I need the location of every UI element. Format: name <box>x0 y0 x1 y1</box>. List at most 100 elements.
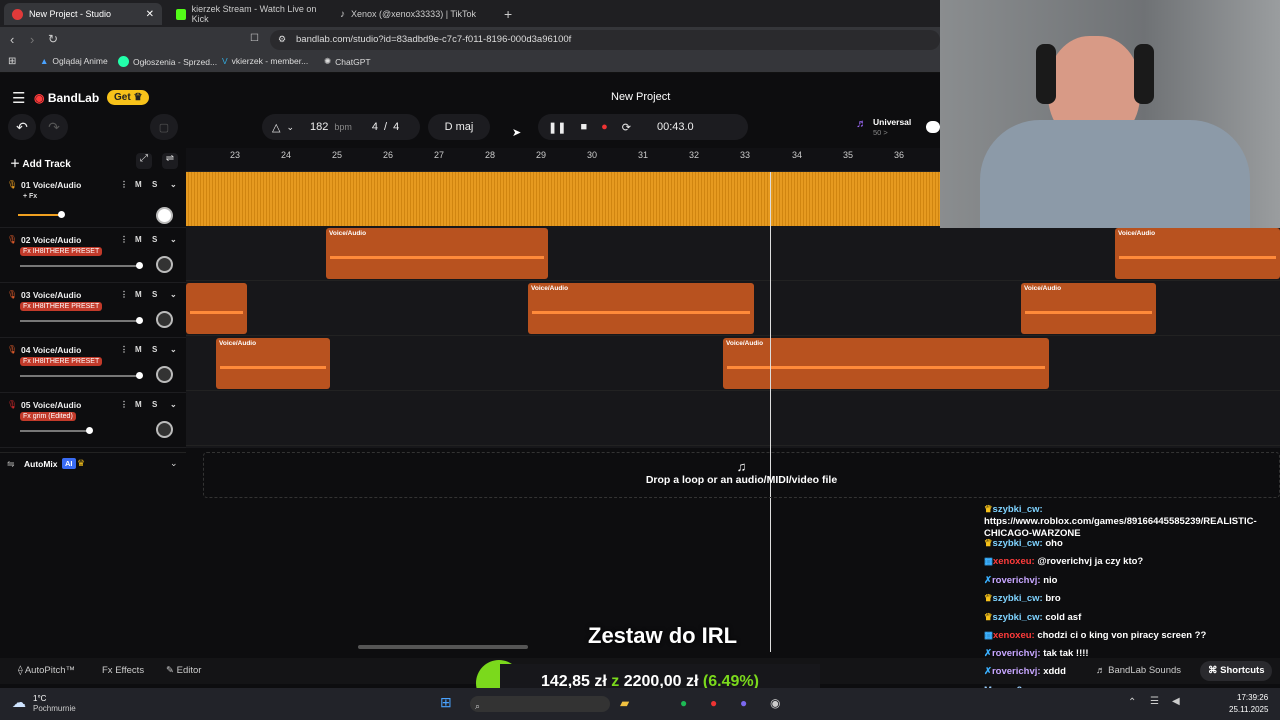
chevron-down-icon[interactable]: ⌄ <box>286 122 294 133</box>
pan-dial[interactable] <box>156 421 173 438</box>
track-header-05[interactable]: 🎙 05 Voice/Audio Fx grim (Edited) ⋮ M S … <box>0 394 186 448</box>
bookmark-item[interactable]: Vvkierzek - member... <box>222 56 308 66</box>
apps-icon[interactable]: ⊞ <box>8 56 16 67</box>
solo-button[interactable]: S <box>152 345 157 354</box>
volume-slider[interactable] <box>20 372 143 379</box>
volume-knob[interactable] <box>136 372 143 379</box>
pan-dial[interactable] <box>156 311 173 328</box>
track-menu-icon[interactable]: ⋮ <box>120 345 128 354</box>
chevron-down-icon[interactable]: ⌄ <box>170 345 177 354</box>
tab-kick[interactable]: kierzek Stream - Watch Live on Kick <box>168 3 326 25</box>
solo-button[interactable]: S <box>152 180 157 189</box>
obs-icon[interactable]: ◉ <box>770 696 780 710</box>
forward-icon[interactable]: › <box>30 32 34 47</box>
record-button[interactable]: ● <box>601 121 608 133</box>
lane-03[interactable]: Voice/Audio Voice/Audio <box>186 282 1280 336</box>
lane-05[interactable] <box>186 392 1280 446</box>
bookmark-item[interactable]: ✺ ChatGPT <box>324 56 371 67</box>
audio-clip[interactable]: Voice/Audio <box>1021 283 1156 334</box>
undo-button[interactable]: ↶ <box>8 114 36 140</box>
volume-knob[interactable] <box>86 427 93 434</box>
effects-button[interactable]: Fx Effects <box>102 665 144 676</box>
audio-clip[interactable]: Voice/Audio <box>326 228 548 279</box>
track-header-04[interactable]: 🎙 04 Voice/Audio Fx IH8ITHERE PRESET ⋮ M… <box>0 339 186 393</box>
mute-button[interactable]: M <box>135 180 142 189</box>
time-sig-numerator[interactable]: 4 <box>372 121 378 133</box>
fx-button[interactable]: + Fx <box>20 192 40 201</box>
track-menu-icon[interactable]: ⋮ <box>120 290 128 299</box>
add-track-button[interactable]: ＋ Add Track <box>10 155 71 170</box>
solo-button[interactable]: S <box>152 235 157 244</box>
audio-clip[interactable]: Voice/Audio <box>723 338 1049 389</box>
key-selector[interactable]: D maj <box>428 114 490 140</box>
loop-button[interactable]: ⟳ <box>622 121 631 134</box>
folder-icon[interactable]: ▰ <box>620 696 629 710</box>
mute-button[interactable]: M <box>135 345 142 354</box>
pan-dial[interactable] <box>156 256 173 273</box>
stop-button[interactable]: ■ <box>580 121 587 133</box>
time-sig-denominator[interactable]: 4 <box>393 121 399 133</box>
close-icon[interactable]: ✕ <box>146 9 154 20</box>
pan-dial[interactable] <box>156 366 173 383</box>
app-icon[interactable]: ● <box>710 696 717 710</box>
reload-icon[interactable]: ↻ <box>48 32 58 46</box>
bookmark-item[interactable]: ▲ Oglądaj Anime <box>40 56 108 66</box>
site-info-icon[interactable]: ⚙ <box>278 34 286 45</box>
audio-clip[interactable]: Voice/Audio <box>528 283 754 334</box>
get-membership-button[interactable]: Get ♛ <box>107 90 150 105</box>
volume-icon[interactable]: ◀ <box>1172 696 1180 707</box>
chevron-down-icon[interactable]: ⌄ <box>170 235 177 244</box>
bookmark-icon[interactable]: ☐ <box>250 33 259 44</box>
mute-button[interactable]: M <box>135 400 142 409</box>
audio-clip[interactable]: Voice/Audio <box>1115 228 1280 279</box>
track-header-01[interactable]: 🎙 01 Voice/Audio + Fx ⋮ M S ⌄ <box>0 174 186 228</box>
video-icon[interactable]: ▢ <box>150 114 178 140</box>
pan-dial[interactable] <box>156 207 173 224</box>
tab-tiktok[interactable]: ♪ Xenox (@xenox33333) | TikTok <box>332 3 490 25</box>
track-name[interactable]: 02 Voice/Audio <box>21 235 81 245</box>
audio-clip[interactable]: Voice/Audio <box>216 338 330 389</box>
tab-bandlab[interactable]: New Project - Studio ✕ <box>4 3 162 25</box>
track-name[interactable]: 05 Voice/Audio <box>21 400 81 410</box>
chevron-down-icon[interactable]: ⌄ <box>170 400 177 409</box>
horizontal-scrollbar[interactable] <box>358 645 528 649</box>
tempo-value[interactable]: 182 <box>310 121 328 133</box>
back-icon[interactable]: ‹ <box>10 32 14 47</box>
spotify-icon[interactable]: ● <box>680 696 687 710</box>
volume-knob[interactable] <box>136 317 143 324</box>
network-icon[interactable]: ☰ <box>1150 696 1159 707</box>
lane-04[interactable]: Voice/Audio Voice/Audio <box>186 337 1280 391</box>
taskbar-search-input[interactable]: ⌕ <box>470 696 610 712</box>
preset-toggle[interactable] <box>926 121 940 133</box>
volume-slider[interactable] <box>20 262 143 269</box>
chevron-down-icon[interactable]: ⌄ <box>170 180 177 189</box>
preset-name[interactable]: Universal <box>873 117 911 127</box>
fx-button[interactable]: Fx IH8ITHERE PRESET <box>20 302 103 311</box>
mute-button[interactable]: M <box>135 235 142 244</box>
volume-knob[interactable] <box>58 211 65 218</box>
volume-slider[interactable] <box>20 427 93 434</box>
fx-button[interactable]: Fx IH8ITHERE PRESET <box>20 247 103 256</box>
volume-slider[interactable] <box>18 211 65 218</box>
volume-slider[interactable] <box>20 317 143 324</box>
metronome-icon[interactable]: △ <box>272 121 280 134</box>
track-name[interactable]: 04 Voice/Audio <box>21 345 81 355</box>
chevron-up-icon[interactable]: ⌃ <box>1128 697 1136 708</box>
automation-icon[interactable]: ⤢ <box>136 153 152 169</box>
preset-icon[interactable]: ♬ <box>856 118 867 130</box>
solo-button[interactable]: S <box>152 290 157 299</box>
bookmark-item[interactable]: Ogłoszenia - Sprzed... <box>118 56 217 67</box>
solo-button[interactable]: S <box>152 400 157 409</box>
new-tab-button[interactable]: + <box>496 3 520 25</box>
mixer-icon[interactable]: ⇌ <box>162 153 178 169</box>
automix-row[interactable]: ⇋ AutoMix AI ♛ ⌄ <box>0 452 186 474</box>
url-input[interactable]: ⚙ bandlab.com/studio?id=83adbd9e-c7c7-f0… <box>270 30 940 50</box>
track-menu-icon[interactable]: ⋮ <box>120 180 128 189</box>
pause-button[interactable]: ❚❚ <box>548 121 566 134</box>
chevron-down-icon[interactable]: ⌄ <box>170 458 178 469</box>
mute-button[interactable]: M <box>135 290 142 299</box>
tempo-control[interactable]: △ ⌄ 182 bpm 4 / 4 <box>262 114 420 140</box>
lane-02[interactable]: Voice/Audio Voice/Audio <box>186 227 1280 281</box>
fx-button[interactable]: Fx grim (Edited) <box>20 412 76 421</box>
windows-start-icon[interactable]: ⊞ <box>440 694 452 711</box>
